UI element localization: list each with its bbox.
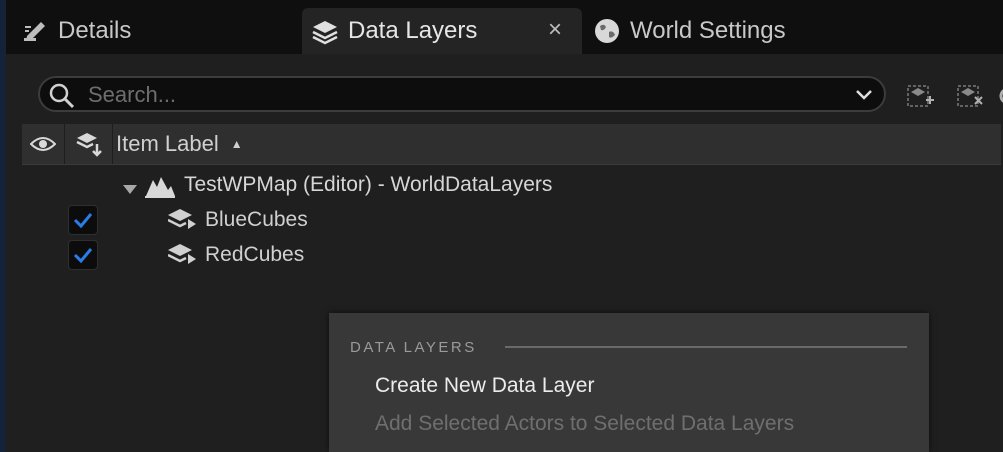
search-input[interactable] [86, 80, 830, 110]
tree-row-bluecubes[interactable]: BlueCubes [22, 202, 1001, 237]
settings-button[interactable] [998, 82, 1003, 110]
create-new-data-layer-item[interactable]: Create New Data Layer [375, 374, 594, 398]
menu-divider [505, 346, 907, 348]
data-layer-icon [167, 242, 198, 272]
layers-icon [310, 16, 340, 46]
context-menu: DATA LAYERS Create New Data Layer Add Se… [329, 313, 929, 452]
layer-label: RedCubes [205, 243, 305, 266]
layer-label: BlueCubes [205, 208, 308, 231]
visibility-column-header[interactable] [22, 124, 65, 164]
tab-details-label: Details [58, 17, 132, 44]
chevron-down-icon[interactable] [854, 86, 874, 109]
map-icon [144, 172, 176, 204]
tab-data-layers-label: Data Layers [348, 17, 478, 44]
sort-ascending-icon[interactable]: ▲ [231, 137, 243, 151]
close-icon[interactable]: × [548, 16, 562, 44]
visibility-checkbox[interactable] [68, 240, 98, 270]
item-label-column-header[interactable]: Item Label ▲ [116, 124, 243, 164]
check-icon [73, 213, 93, 228]
remove-layer-icon [957, 85, 983, 107]
tree-row-redcubes[interactable]: RedCubes [22, 237, 1001, 272]
tab-details[interactable]: Details [20, 8, 131, 54]
tree-row-root[interactable]: TestWPMap (Editor) - WorldDataLayers [22, 167, 1001, 202]
load-layers-icon [76, 133, 102, 157]
loaded-column-header[interactable] [66, 124, 113, 164]
column-header: Item Label ▲ [22, 124, 1001, 165]
data-layers-panel: Item Label ▲ TestWPMap (Editor) - WorldD… [6, 54, 1003, 452]
search-icon [48, 82, 76, 115]
pencil-icon [20, 16, 50, 46]
item-label-text: Item Label [116, 131, 219, 156]
globe-icon [592, 16, 622, 46]
tab-bar: Details Data Layers × World Settings [6, 0, 1003, 54]
tab-data-layers[interactable]: Data Layers × [302, 8, 582, 54]
visibility-checkbox[interactable] [68, 205, 98, 235]
root-label: TestWPMap (Editor) - WorldDataLayers [184, 173, 553, 196]
add-layer-icon [907, 85, 934, 107]
eye-icon [30, 137, 56, 151]
menu-section-title: DATA LAYERS [350, 339, 477, 356]
remove-data-layer-button[interactable] [956, 82, 984, 110]
add-data-layer-button[interactable] [906, 82, 934, 110]
tab-world-settings-label: World Settings [630, 17, 786, 44]
search-box[interactable] [38, 76, 886, 112]
gear-icon [999, 89, 1003, 103]
data-layer-icon [167, 207, 198, 237]
expand-arrow-icon[interactable] [122, 178, 138, 202]
check-icon [73, 248, 93, 263]
add-selected-actors-item: Add Selected Actors to Selected Data Lay… [375, 412, 795, 435]
tab-world-settings[interactable]: World Settings [592, 8, 786, 54]
